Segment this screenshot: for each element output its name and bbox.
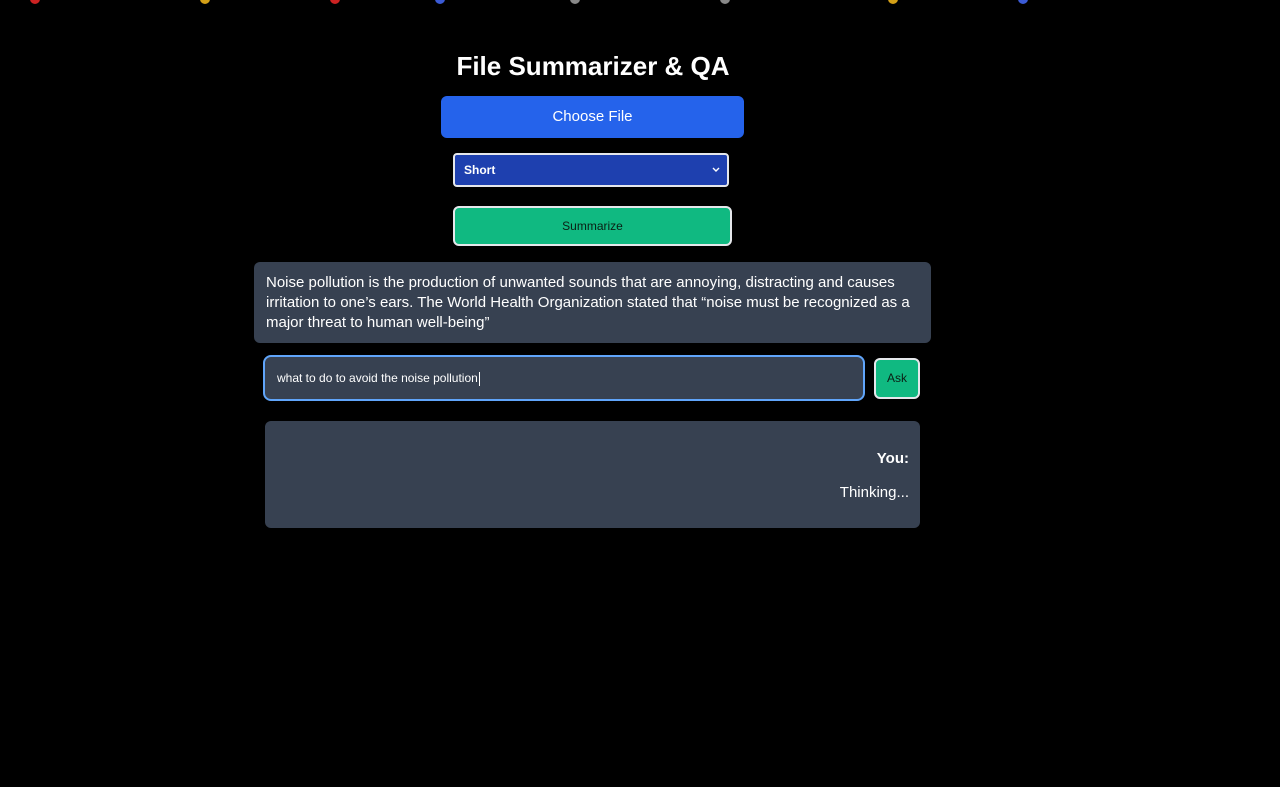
choose-file-button[interactable]: Choose File: [441, 96, 744, 138]
globe-icon: [435, 0, 445, 4]
question-input[interactable]: what to do to avoid the noise pollution: [263, 355, 865, 401]
star-icon: [888, 0, 898, 4]
bookmark-item[interactable]: [30, 0, 44, 6]
text-caret: [478, 371, 480, 386]
chat-panel: You: Thinking...: [265, 421, 920, 528]
chat-sender-label: You:: [876, 450, 909, 467]
ask-button[interactable]: Ask: [874, 358, 920, 399]
summarize-button[interactable]: Summarize: [453, 206, 732, 246]
summary-length-value: Short: [464, 163, 496, 177]
bookmark-item[interactable]: [1018, 0, 1032, 6]
chat-message: Thinking...: [839, 484, 909, 501]
bookmark-item[interactable]: [330, 0, 344, 6]
document-icon: [1018, 0, 1028, 4]
summary-length-select[interactable]: Short: [453, 153, 729, 187]
bookmark-item[interactable]: [200, 0, 214, 6]
summary-text: Noise pollution is the production of unw…: [266, 274, 910, 331]
bookmark-item[interactable]: [570, 0, 584, 6]
bookmark-item[interactable]: [435, 0, 449, 6]
youtube-icon: [330, 0, 340, 4]
globe-icon: [720, 0, 730, 4]
page-title: File Summarizer & QA: [456, 51, 730, 81]
bookmark-item[interactable]: [720, 0, 734, 6]
star-icon: [200, 0, 210, 4]
youtube-icon: [30, 0, 40, 4]
bookmark-item[interactable]: [888, 0, 902, 6]
question-input-value: what to do to avoid the noise pollution: [277, 371, 478, 385]
bookmarks-bar: [0, 0, 1280, 6]
chevron-down-icon: [712, 167, 720, 172]
globe-icon: [570, 0, 580, 4]
summary-output: Noise pollution is the production of unw…: [254, 262, 931, 343]
